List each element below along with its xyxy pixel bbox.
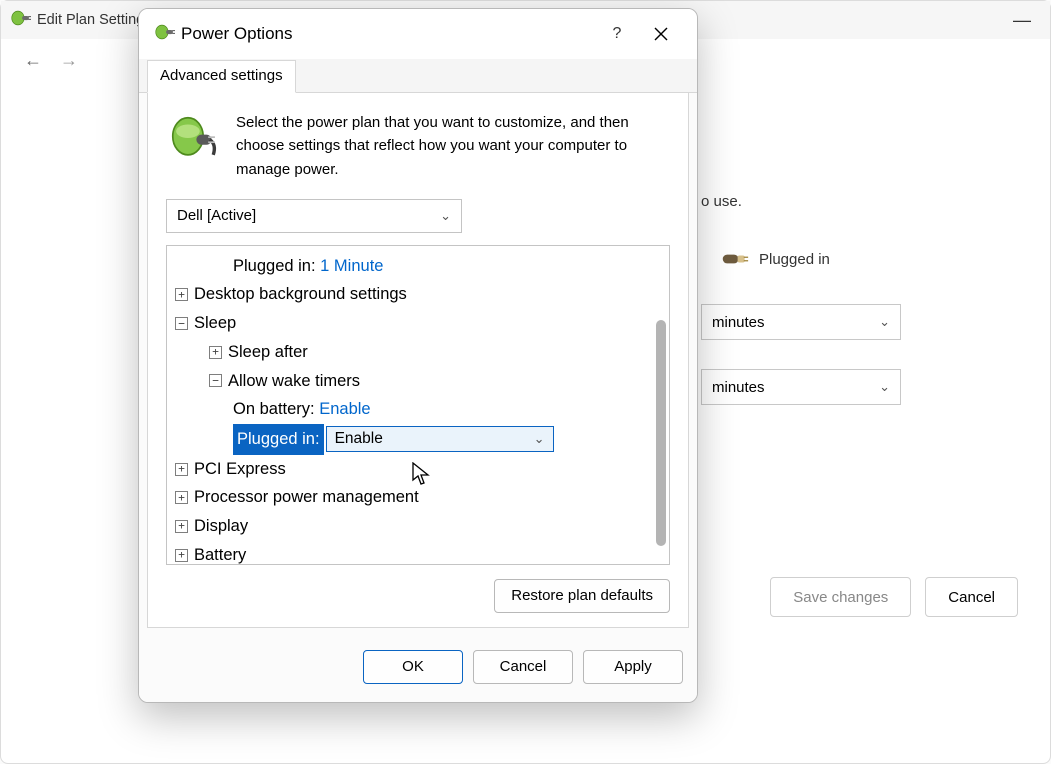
tree-label: Sleep after <box>228 338 308 367</box>
power-plug-icon <box>153 23 175 45</box>
nav-back-button[interactable]: ← <box>15 50 51 71</box>
expand-icon[interactable]: + <box>209 346 222 359</box>
tree-label: Battery <box>194 541 246 565</box>
restore-defaults-button[interactable]: Restore plan defaults <box>494 579 670 613</box>
tree-row-pci[interactable]: + PCI Express <box>175 455 669 484</box>
power-plan-selected: Dell [Active] <box>177 207 256 224</box>
tree-label: Sleep <box>194 309 236 338</box>
power-plug-icon <box>9 9 31 31</box>
minimize-button[interactable]: — <box>1002 10 1042 31</box>
apply-button[interactable]: Apply <box>583 650 683 684</box>
tree-row-plugged-in-selected[interactable]: Plugged in: Enable ⌄ <box>175 424 669 455</box>
tab-advanced-settings[interactable]: Advanced settings <box>147 60 296 93</box>
chevron-down-icon: ⌄ <box>879 379 890 395</box>
tree-row-display[interactable]: + Display <box>175 512 669 541</box>
chevron-down-icon: ⌄ <box>440 208 451 224</box>
tree-value-link[interactable]: 1 Minute <box>320 252 383 281</box>
bg-minutes-select-2[interactable]: minutes ⌄ <box>701 369 901 405</box>
plug-icon <box>721 249 749 269</box>
tree-label: Display <box>194 512 248 541</box>
collapse-icon[interactable]: − <box>175 317 188 330</box>
expand-icon[interactable]: + <box>175 491 188 504</box>
tree-row-battery[interactable]: + Battery <box>175 541 669 565</box>
tree-row-plugged-in-first[interactable]: Plugged in: 1 Minute <box>175 252 669 281</box>
dialog-titlebar: Power Options ? <box>139 9 697 59</box>
tree-row-sleep[interactable]: − Sleep <box>175 309 669 338</box>
tree-value-link[interactable]: Enable <box>319 395 370 424</box>
tab-strip: Advanced settings <box>139 59 697 93</box>
tree-row-on-battery[interactable]: On battery: Enable <box>175 395 669 424</box>
tree-row-sleep-after[interactable]: + Sleep after <box>175 338 669 367</box>
bg-minutes-text-2: minutes <box>712 379 765 396</box>
tree-label: Processor power management <box>194 483 419 512</box>
dialog-description: Select the power plan that you want to c… <box>236 111 670 181</box>
bg-window-title: Edit Plan Settings <box>37 12 151 28</box>
tree-label: PCI Express <box>194 455 286 484</box>
close-button[interactable] <box>639 16 683 52</box>
tree-label: Allow wake timers <box>228 367 360 396</box>
collapse-icon[interactable]: − <box>209 374 222 387</box>
dialog-title: Power Options <box>181 24 293 44</box>
tree-label-selected: Plugged in: <box>233 424 324 455</box>
tree-label: On battery: <box>233 395 315 424</box>
tab-body: Select the power plan that you want to c… <box>147 93 689 628</box>
power-plug-large-icon <box>166 111 220 181</box>
dropdown-value: Enable <box>335 426 383 453</box>
dialog-button-row: OK Cancel Apply <box>139 640 697 702</box>
bg-partial-text: o use. <box>701 193 742 210</box>
tree-row-allow-wake-timers[interactable]: − Allow wake timers <box>175 367 669 396</box>
cancel-button[interactable]: Cancel <box>473 650 573 684</box>
save-changes-button[interactable]: Save changes <box>770 577 911 617</box>
chevron-down-icon: ⌄ <box>534 428 545 451</box>
nav-forward-button[interactable]: → <box>51 50 87 71</box>
expand-icon[interactable]: + <box>175 549 188 562</box>
tree-label: Desktop background settings <box>194 280 407 309</box>
power-options-dialog: Power Options ? Advanced settings Select… <box>138 8 698 703</box>
help-button[interactable]: ? <box>595 16 639 52</box>
settings-tree: Plugged in: 1 Minute + Desktop backgroun… <box>166 245 670 565</box>
ok-button[interactable]: OK <box>363 650 463 684</box>
expand-icon[interactable]: + <box>175 288 188 301</box>
tree-label: Plugged in: <box>233 252 316 281</box>
plugged-in-value-dropdown[interactable]: Enable ⌄ <box>326 426 554 452</box>
expand-icon[interactable]: + <box>175 463 188 476</box>
power-plan-select[interactable]: Dell [Active] ⌄ <box>166 199 462 233</box>
tree-scrollbar[interactable] <box>656 320 666 546</box>
tree-content: Plugged in: 1 Minute + Desktop backgroun… <box>167 246 669 565</box>
bg-minutes-text-1: minutes <box>712 314 765 331</box>
tree-row-desktop-bg[interactable]: + Desktop background settings <box>175 280 669 309</box>
bg-cancel-button[interactable]: Cancel <box>925 577 1018 617</box>
chevron-down-icon: ⌄ <box>879 314 890 330</box>
bg-plugged-in-label: Plugged in <box>759 251 830 268</box>
expand-icon[interactable]: + <box>175 520 188 533</box>
bg-button-row: Save changes Cancel <box>770 577 1018 617</box>
bg-plugged-in-header: Plugged in <box>721 249 830 269</box>
tree-row-processor[interactable]: + Processor power management <box>175 483 669 512</box>
bg-minutes-select-1[interactable]: minutes ⌄ <box>701 304 901 340</box>
